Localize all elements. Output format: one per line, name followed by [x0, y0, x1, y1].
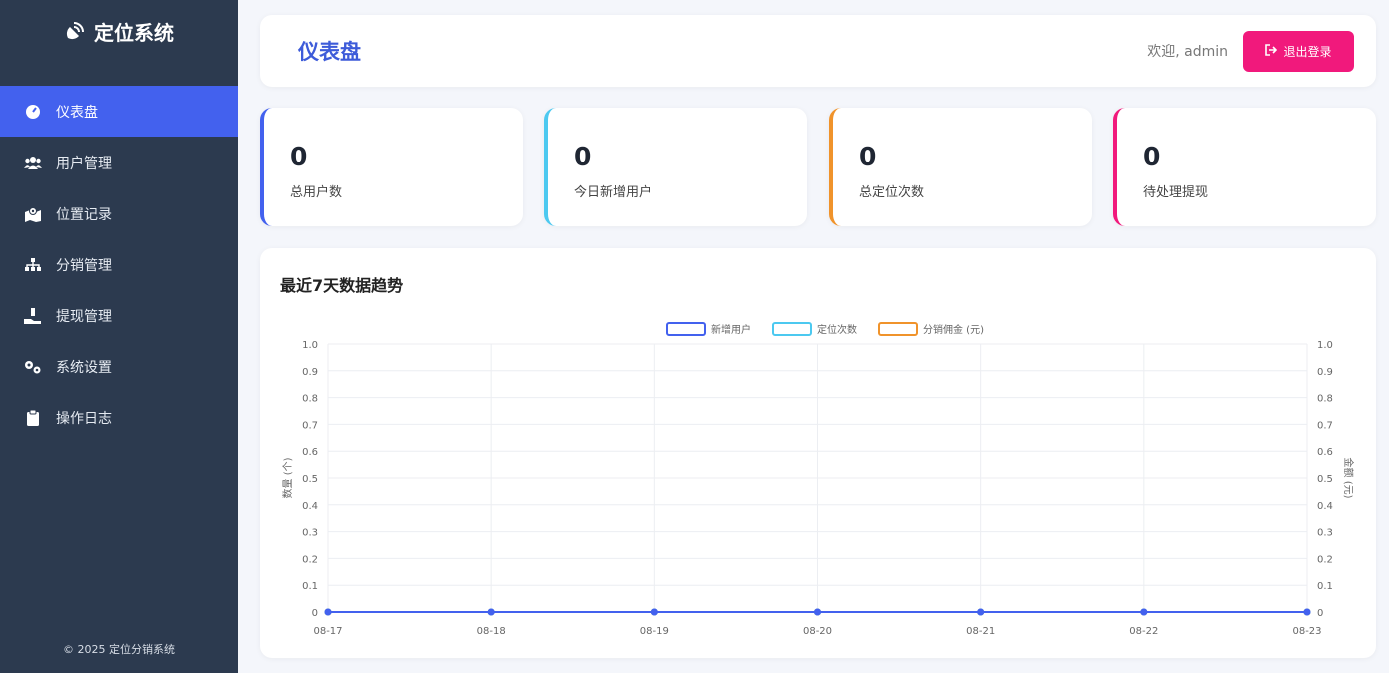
legend-swatch: [666, 322, 706, 336]
y-tick-label-right: 0.9: [1317, 367, 1333, 378]
y-tick-label-left: 0.6: [302, 447, 318, 458]
data-point: [650, 608, 658, 616]
top-header: 仪表盘 欢迎, admin 退出登录: [260, 15, 1376, 87]
gears-icon: [24, 358, 42, 376]
sidebar-item-label: 用户管理: [56, 155, 112, 172]
y-tick-label-left: 0: [312, 608, 318, 619]
brand[interactable]: 定位系统: [0, 0, 238, 62]
y-tick-label-right: 0.4: [1317, 501, 1333, 512]
y-tick-label-left: 1.0: [302, 340, 318, 351]
sidebar-item-withdrawals[interactable]: 提现管理: [0, 290, 238, 341]
y-tick-label-right: 0: [1317, 608, 1323, 619]
y-tick-label-right: 0.5: [1317, 474, 1333, 485]
data-point: [1303, 608, 1311, 616]
sitemap-icon: [24, 256, 42, 274]
y-tick-label-right: 0.6: [1317, 447, 1333, 458]
map-location-icon: [24, 205, 42, 223]
chart-panel: 最近7天数据趋势 0 0 0.1 0.1 0.2 0.2 0.3 0.3 0.4 0.4 0.5 0.…: [260, 248, 1376, 658]
y-tick-label-right: 0.7: [1317, 420, 1333, 431]
data-point: [814, 608, 821, 616]
stat-value: 0: [859, 142, 877, 171]
legend-swatch: [878, 322, 918, 336]
sidebar-item-distribution[interactable]: 分销管理: [0, 239, 238, 290]
legend-label: 定位次数: [817, 323, 857, 336]
hand-holding-coin-icon: [24, 307, 42, 325]
sidebar-item-label: 提现管理: [56, 308, 112, 325]
stat-card-total-users: 0 总用户数: [260, 108, 523, 226]
legend-label: 分销佣金 (元): [923, 323, 984, 336]
sidebar-item-users[interactable]: 用户管理: [0, 137, 238, 188]
y-tick-label-left: 0.3: [302, 528, 318, 539]
sidebar-item-label: 仪表盘: [56, 104, 98, 121]
stat-value: 0: [1143, 142, 1161, 171]
y-tick-label-right: 1.0: [1317, 340, 1333, 351]
stat-card-new-users-today: 0 今日新增用户: [544, 108, 807, 226]
legend-label: 新增用户: [711, 323, 751, 336]
sidebar: 定位系统 仪表盘 用户管理 位置记录 分销管理 提现管理 系统设置 操作日志 ©…: [0, 0, 238, 673]
satellite-dish-icon: [64, 20, 86, 42]
legend-swatch: [772, 322, 812, 336]
users-icon: [24, 154, 42, 172]
stat-card-pending-withdrawals: 0 待处理提现: [1113, 108, 1376, 226]
y-tick-label-left: 0.1: [302, 581, 318, 592]
brand-title: 定位系统: [94, 20, 174, 45]
logout-label: 退出登录: [1283, 44, 1332, 59]
x-tick-label: 08-22: [1129, 626, 1158, 637]
page-title: 仪表盘: [298, 40, 361, 64]
trend-chart[interactable]: 0 0 0.1 0.1 0.2 0.2 0.3 0.3 0.4 0.4 0.5 0.5 0.6 0.6 0.…: [260, 248, 1376, 658]
clipboard-icon: [24, 409, 42, 427]
data-point: [324, 608, 332, 616]
welcome-text: 欢迎, admin: [1147, 44, 1228, 60]
sidebar-item-dashboard[interactable]: 仪表盘: [0, 86, 238, 137]
x-tick-label: 08-21: [966, 626, 995, 637]
stat-value: 0: [574, 142, 592, 171]
sidebar-item-label: 操作日志: [56, 410, 112, 427]
sidebar-nav: 仪表盘 用户管理 位置记录 分销管理 提现管理 系统设置 操作日志: [0, 86, 238, 443]
data-point: [1140, 608, 1148, 616]
x-tick-label: 08-18: [477, 626, 506, 637]
y-tick-label-right: 0.2: [1317, 554, 1333, 565]
data-point: [977, 608, 985, 616]
y-tick-label-left: 0.4: [302, 501, 318, 512]
stat-label: 今日新增用户: [574, 185, 653, 200]
sign-out-icon: [1265, 43, 1278, 59]
y-tick-label-left: 0.9: [302, 367, 318, 378]
y-tick-label-right: 0.1: [1317, 581, 1333, 592]
y-axis-label-right: 金额 (元): [1342, 458, 1355, 499]
x-tick-label: 08-19: [640, 626, 669, 637]
data-point: [487, 608, 495, 616]
stat-label: 总定位次数: [859, 185, 925, 200]
stat-cards: 0 总用户数 0 今日新增用户 0 总定位次数 0 待处理提现: [260, 108, 1376, 226]
sidebar-item-label: 位置记录: [56, 206, 112, 223]
sidebar-item-settings[interactable]: 系统设置: [0, 341, 238, 392]
stat-value: 0: [290, 142, 308, 171]
y-tick-label-left: 0.8: [302, 394, 318, 405]
logout-button[interactable]: 退出登录: [1243, 30, 1354, 72]
sidebar-item-label: 系统设置: [56, 359, 112, 376]
y-tick-label-right: 0.8: [1317, 394, 1333, 405]
sidebar-item-location-records[interactable]: 位置记录: [0, 188, 238, 239]
x-tick-label: 08-17: [313, 626, 342, 637]
y-tick-label-right: 0.3: [1317, 528, 1333, 539]
y-tick-label-left: 0.2: [302, 554, 318, 565]
stat-label: 待处理提现: [1143, 185, 1209, 200]
stat-label: 总用户数: [290, 185, 343, 200]
x-tick-label: 08-20: [803, 626, 832, 637]
sidebar-item-operation-logs[interactable]: 操作日志: [0, 392, 238, 443]
stat-card-total-locations: 0 总定位次数: [829, 108, 1092, 226]
x-tick-label: 08-23: [1292, 626, 1321, 637]
y-tick-label-left: 0.5: [302, 474, 318, 485]
y-tick-label-left: 0.7: [302, 420, 318, 431]
dashboard-icon: [24, 103, 42, 121]
sidebar-item-label: 分销管理: [56, 257, 112, 274]
y-axis-label-left: 数量 (个): [281, 457, 294, 498]
copyright: © 2025 定位分销系统: [63, 643, 175, 656]
